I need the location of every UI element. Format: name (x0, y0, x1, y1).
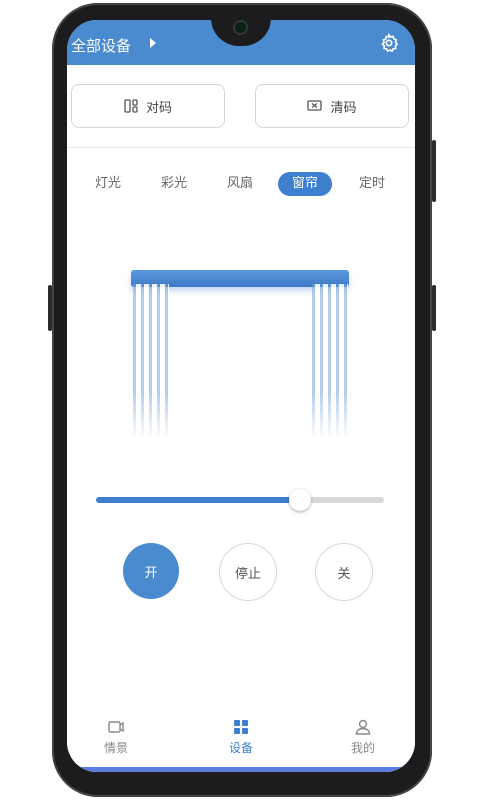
nav-scene-label: 情景 (103, 741, 128, 755)
side-button (48, 285, 52, 331)
camera-icon (235, 22, 246, 33)
clear-button[interactable]: 清码 (255, 84, 409, 128)
grid-icon (234, 720, 248, 734)
page-title[interactable]: 全部设备 (71, 35, 131, 56)
nav-mine[interactable]: 我的 (323, 718, 403, 756)
nav-devices[interactable]: 设备 (201, 718, 281, 756)
bottom-accent-bar (67, 767, 415, 772)
close-button[interactable]: 关 (315, 543, 373, 601)
pair-icon (124, 99, 138, 113)
nav-scene[interactable]: 情景 (76, 718, 156, 756)
curtain-right-panel (312, 284, 348, 439)
scene-icon (108, 721, 124, 733)
gear-icon[interactable] (379, 33, 399, 53)
tab-color-light[interactable]: 彩光 (149, 172, 199, 196)
device-tabs: 灯光 彩光 风扇 窗帘 定时 (67, 172, 415, 196)
user-icon (355, 719, 371, 735)
slider-thumb[interactable] (289, 489, 312, 511)
curtain-position-slider[interactable] (96, 489, 384, 511)
screen: 全部设备 对码 清码 灯光 彩光 风扇 窗帘 定时 开 停止 关 情景 设备 我… (67, 20, 415, 772)
tab-timer[interactable]: 定时 (347, 172, 397, 196)
clear-icon (307, 99, 323, 111)
nav-mine-label: 我的 (350, 741, 375, 755)
pair-button[interactable]: 对码 (71, 84, 225, 128)
slider-fill (96, 497, 301, 503)
side-button (432, 140, 436, 202)
open-button[interactable]: 开 (123, 543, 179, 599)
pair-label: 对码 (145, 100, 172, 116)
bottom-nav: 情景 设备 我的 (67, 710, 415, 772)
curtain-illustration (131, 270, 349, 440)
tab-fan[interactable]: 风扇 (215, 172, 265, 196)
stop-button[interactable]: 停止 (219, 543, 277, 601)
tab-curtain[interactable]: 窗帘 (278, 172, 332, 196)
nav-devices-label: 设备 (228, 741, 253, 755)
divider (67, 147, 415, 148)
tab-light[interactable]: 灯光 (83, 172, 133, 196)
side-button (432, 285, 436, 331)
curtain-left-panel (133, 284, 169, 439)
clear-label: 清码 (330, 100, 357, 116)
caret-right-icon[interactable] (150, 38, 156, 48)
